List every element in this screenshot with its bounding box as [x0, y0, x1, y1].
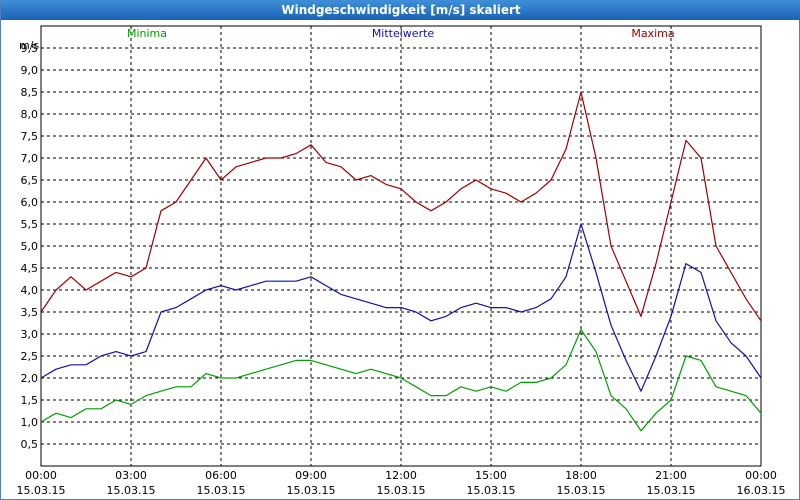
- x-tick-date-label: 16.03.15: [737, 484, 786, 497]
- legend-item-minima: Minima: [127, 27, 167, 40]
- y-tick-label: 7,0: [21, 152, 39, 165]
- x-tick-date-label: 15.03.15: [467, 484, 516, 497]
- x-tick-time-label: 15:00: [475, 469, 507, 482]
- y-tick-label: 2,0: [21, 372, 39, 385]
- y-tick-label: 6,5: [21, 174, 39, 187]
- x-tick-date-label: 15.03.15: [197, 484, 246, 497]
- y-tick-label: 1,0: [21, 416, 39, 429]
- x-tick-date-label: 15.03.15: [377, 484, 426, 497]
- y-tick-label: 4,5: [21, 262, 39, 275]
- y-tick-label: 1,5: [21, 394, 39, 407]
- y-tick-label: 4,0: [21, 284, 39, 297]
- y-tick-label: 8,0: [21, 108, 39, 121]
- legend-item-mittelwerte: Mittelwerte: [372, 27, 435, 40]
- x-tick-time-label: 03:00: [115, 469, 147, 482]
- y-tick-label: 0,5: [21, 438, 39, 451]
- y-tick-label: 9,0: [21, 64, 39, 77]
- x-tick-date-label: 15.03.15: [287, 484, 336, 497]
- x-tick-date-label: 15.03.15: [557, 484, 606, 497]
- y-tick-label: 5,0: [21, 240, 39, 253]
- x-tick-date-label: 15.03.15: [647, 484, 696, 497]
- grid: [41, 26, 761, 466]
- x-tick-time-label: 12:00: [385, 469, 417, 482]
- y-tick-label: 7,5: [21, 130, 39, 143]
- y-tick-label: 8,5: [21, 86, 39, 99]
- chart-window: Windgeschwindigkeit [m/s] skaliert 0,5 1,…: [0, 0, 800, 500]
- x-tick-time-label: 18:00: [565, 469, 597, 482]
- x-tick-time-label: 21:00: [655, 469, 687, 482]
- y-tick-label: 6,0: [21, 196, 39, 209]
- x-tick-date-label: 15.03.15: [17, 484, 66, 497]
- y-tick-label: 3,0: [21, 328, 39, 341]
- wind-speed-chart: 0,5 1,0 1,5 2,0 2,5 3,0 3,5 4,0 4,5 5,0 5,5 6,0 6,5 7…: [17, 25, 786, 497]
- y-tick-label: 5,5: [21, 218, 39, 231]
- y-axis-unit-label: m/s: [19, 39, 39, 52]
- x-tick-date-label: 15.03.15: [107, 484, 156, 497]
- x-tick-time-label: 09:00: [295, 469, 327, 482]
- y-tick-label: 3,5: [21, 306, 39, 319]
- legend: Minima Mittelwerte Maxima: [127, 27, 675, 40]
- y-tick-label: 2,5: [21, 350, 39, 363]
- x-tick-time-label: 06:00: [205, 469, 237, 482]
- x-tick-time-label: 00:00: [25, 469, 57, 482]
- legend-item-maxima: Maxima: [631, 27, 674, 40]
- x-tick-time-label: 00:00: [745, 469, 777, 482]
